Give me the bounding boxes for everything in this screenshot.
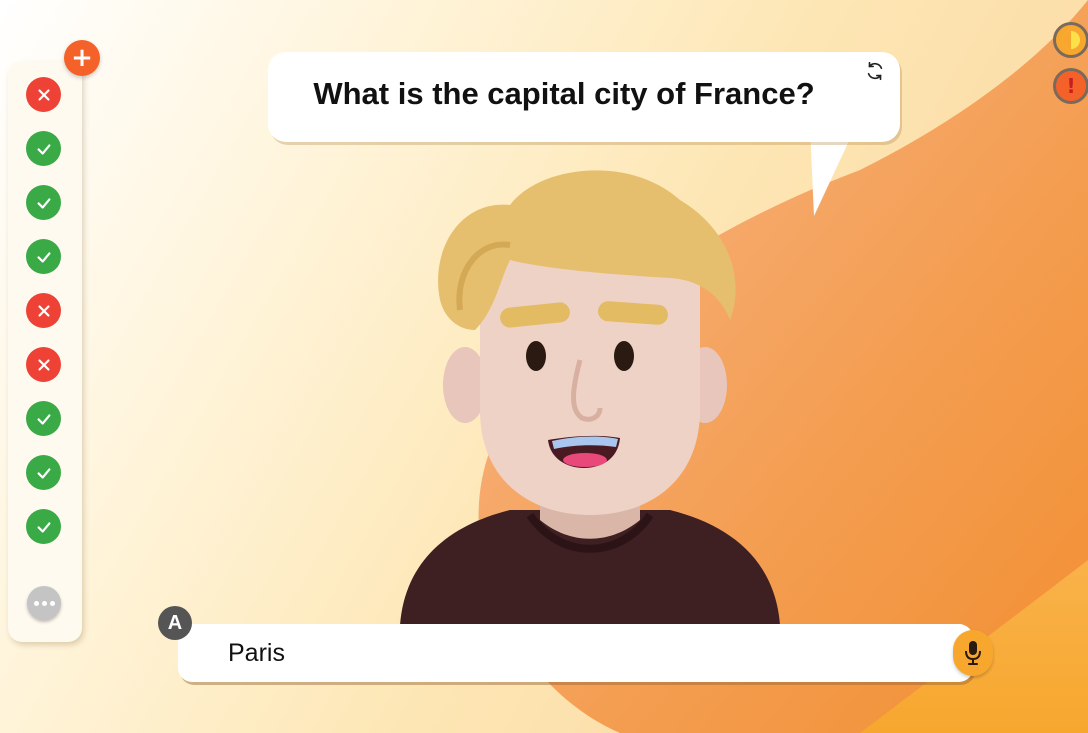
microphone-icon xyxy=(965,641,981,665)
more-icon xyxy=(33,600,39,606)
result-wrong-icon xyxy=(26,293,61,328)
result-correct-icon xyxy=(26,185,61,220)
answer-input[interactable] xyxy=(228,636,908,670)
result-correct-icon xyxy=(26,401,61,436)
question-text: What is the capital city of France? xyxy=(313,76,815,111)
theme-button[interactable] xyxy=(1053,22,1088,58)
add-button[interactable]: + xyxy=(64,40,100,76)
result-wrong-icon xyxy=(26,77,61,112)
question-bubble: What is the capital city of France? xyxy=(268,52,900,142)
result-correct-icon xyxy=(26,131,61,166)
more-button[interactable] xyxy=(27,586,61,620)
report-button[interactable]: ! xyxy=(1053,68,1088,104)
alert-icon: ! xyxy=(1066,74,1076,98)
theme-icon xyxy=(1062,31,1080,49)
answer-badge: A xyxy=(158,606,192,640)
result-correct-icon xyxy=(26,239,61,274)
plus-icon: + xyxy=(71,43,93,73)
result-wrong-icon xyxy=(26,347,61,382)
mic-button[interactable] xyxy=(953,630,993,676)
avatar xyxy=(400,170,780,625)
result-correct-icon xyxy=(26,455,61,490)
result-correct-icon xyxy=(26,509,61,544)
refresh-icon[interactable] xyxy=(864,60,886,82)
answer-bar xyxy=(178,624,973,682)
